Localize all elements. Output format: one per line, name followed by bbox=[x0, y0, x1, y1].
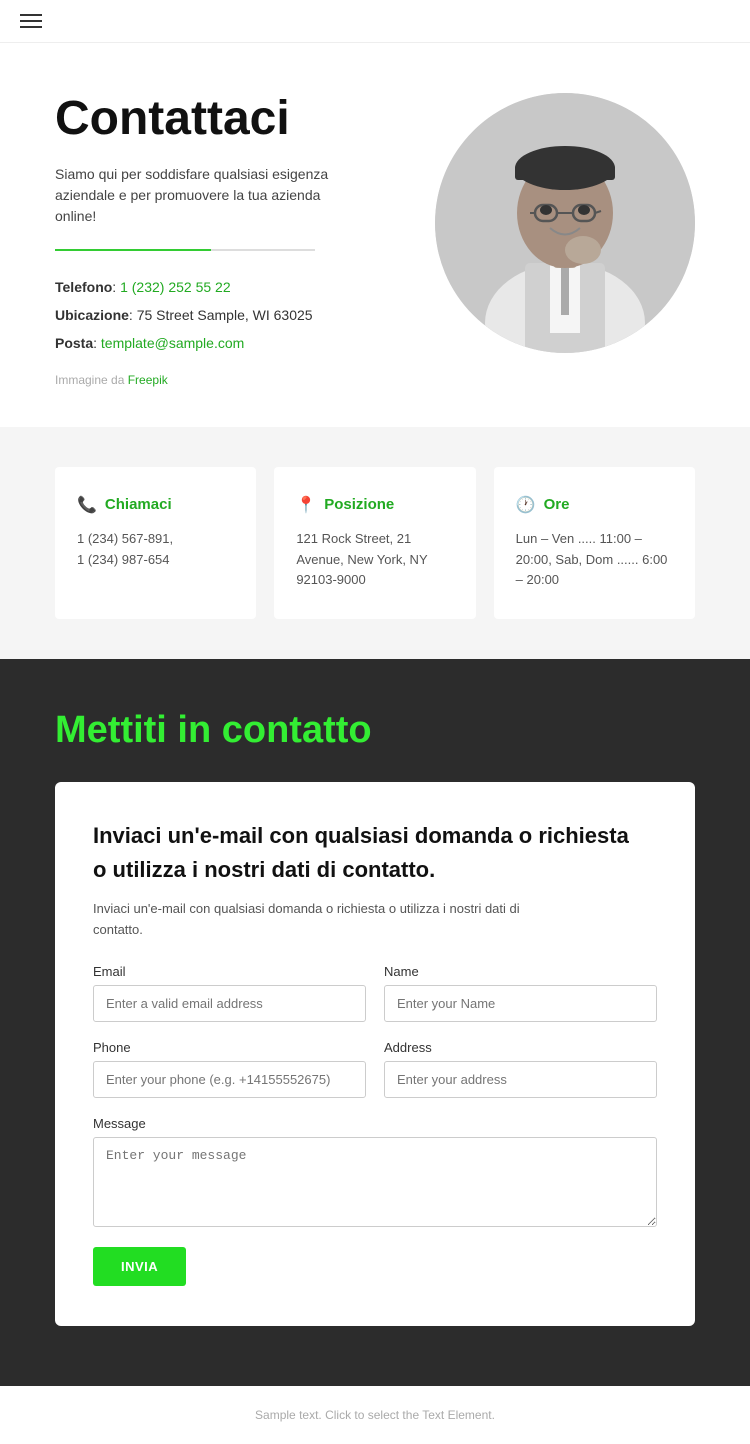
contact-form: Email Name Phone Address bbox=[93, 964, 657, 1286]
card-chiamaci-label: Chiamaci bbox=[105, 496, 172, 513]
hamburger-line-1 bbox=[20, 14, 42, 16]
posta-line: Posta: template@sample.com bbox=[55, 329, 405, 357]
cards-section: 📞 Chiamaci 1 (234) 567-891,1 (234) 987-6… bbox=[0, 427, 750, 659]
card-ore: 🕐 Ore Lun – Ven ..... 11:00 – 20:00, Sab… bbox=[494, 467, 695, 619]
nav-bar bbox=[0, 0, 750, 43]
form-group-name: Name bbox=[384, 964, 657, 1022]
card-chiamaci: 📞 Chiamaci 1 (234) 567-891,1 (234) 987-6… bbox=[55, 467, 256, 619]
hero-title: Contattaci bbox=[55, 93, 405, 146]
footer-text: Sample text. Click to select the Text El… bbox=[22, 1408, 728, 1422]
card-ore-label: Ore bbox=[544, 496, 570, 513]
card-ore-text: Lun – Ven ..... 11:00 – 20:00, Sab, Dom … bbox=[516, 529, 673, 591]
freepik-link[interactable]: Freepik bbox=[128, 373, 168, 387]
contact-section-title: Mettiti in contatto bbox=[55, 709, 695, 752]
hamburger-line-2 bbox=[20, 20, 42, 22]
telefono-label: Telefono bbox=[55, 279, 112, 295]
email-label: Email bbox=[93, 964, 366, 979]
posta-label: Posta bbox=[55, 335, 93, 351]
contact-info: Telefono: 1 (232) 252 55 22 Ubicazione: … bbox=[55, 273, 405, 357]
card-posizione-label: Posizione bbox=[324, 496, 394, 513]
card-chiamaci-header: 📞 Chiamaci bbox=[77, 495, 234, 515]
form-group-phone: Phone bbox=[93, 1040, 366, 1098]
form-group-address: Address bbox=[384, 1040, 657, 1098]
hero-section: Contattaci Siamo qui per soddisfare qual… bbox=[0, 43, 750, 427]
ubicazione-line: Ubicazione: 75 Street Sample, WI 63025 bbox=[55, 301, 405, 329]
hero-divider bbox=[55, 249, 315, 251]
contact-section: Mettiti in contatto Inviaci un'e-mail co… bbox=[0, 659, 750, 1386]
card-posizione: 📍 Posizione 121 Rock Street, 21 Avenue, … bbox=[274, 467, 475, 619]
message-label: Message bbox=[93, 1116, 657, 1131]
posta-link[interactable]: template@sample.com bbox=[101, 335, 244, 351]
hero-right bbox=[435, 93, 695, 353]
telefono-line: Telefono: 1 (232) 252 55 22 bbox=[55, 273, 405, 301]
form-description: Inviaci un'e-mail con qualsiasi domanda … bbox=[93, 899, 533, 941]
card-posizione-text: 121 Rock Street, 21 Avenue, New York, NY… bbox=[296, 529, 453, 591]
hero-person-svg bbox=[435, 93, 695, 353]
form-heading-line2: o utilizza i nostri dati di contatto. bbox=[93, 857, 657, 883]
form-row-email-name: Email Name bbox=[93, 964, 657, 1022]
clock-icon: 🕐 bbox=[516, 495, 536, 515]
hero-left: Contattaci Siamo qui per soddisfare qual… bbox=[55, 93, 435, 387]
hero-image-circle bbox=[435, 93, 695, 353]
address-input[interactable] bbox=[384, 1061, 657, 1098]
card-chiamaci-text: 1 (234) 567-891,1 (234) 987-654 bbox=[77, 529, 234, 571]
image-credit-prefix: Immagine da bbox=[55, 373, 124, 387]
name-input[interactable] bbox=[384, 985, 657, 1022]
phone-icon: 📞 bbox=[77, 495, 97, 515]
phone-label: Phone bbox=[93, 1040, 366, 1055]
location-icon: 📍 bbox=[296, 495, 316, 515]
ubicazione-value: 75 Street Sample, WI 63025 bbox=[137, 307, 313, 323]
form-heading-line1: Inviaci un'e-mail con qualsiasi domanda … bbox=[93, 822, 657, 851]
image-credit: Immagine da Freepik bbox=[55, 373, 405, 387]
card-posizione-header: 📍 Posizione bbox=[296, 495, 453, 515]
telefono-link[interactable]: 1 (232) 252 55 22 bbox=[120, 279, 231, 295]
footer: Sample text. Click to select the Text El… bbox=[0, 1386, 750, 1444]
form-group-email: Email bbox=[93, 964, 366, 1022]
hero-subtitle: Siamo qui per soddisfare qualsiasi esige… bbox=[55, 164, 355, 227]
form-row-phone-address: Phone Address bbox=[93, 1040, 657, 1098]
card-ore-header: 🕐 Ore bbox=[516, 495, 673, 515]
email-input[interactable] bbox=[93, 985, 366, 1022]
message-textarea[interactable] bbox=[93, 1137, 657, 1227]
submit-button[interactable]: INVIA bbox=[93, 1247, 186, 1286]
phone-input[interactable] bbox=[93, 1061, 366, 1098]
hamburger-line-3 bbox=[20, 26, 42, 28]
ubicazione-label: Ubicazione bbox=[55, 307, 129, 323]
name-label: Name bbox=[384, 964, 657, 979]
hamburger-menu[interactable] bbox=[20, 14, 42, 28]
form-group-message: Message bbox=[93, 1116, 657, 1227]
address-label: Address bbox=[384, 1040, 657, 1055]
contact-form-card: Inviaci un'e-mail con qualsiasi domanda … bbox=[55, 782, 695, 1326]
